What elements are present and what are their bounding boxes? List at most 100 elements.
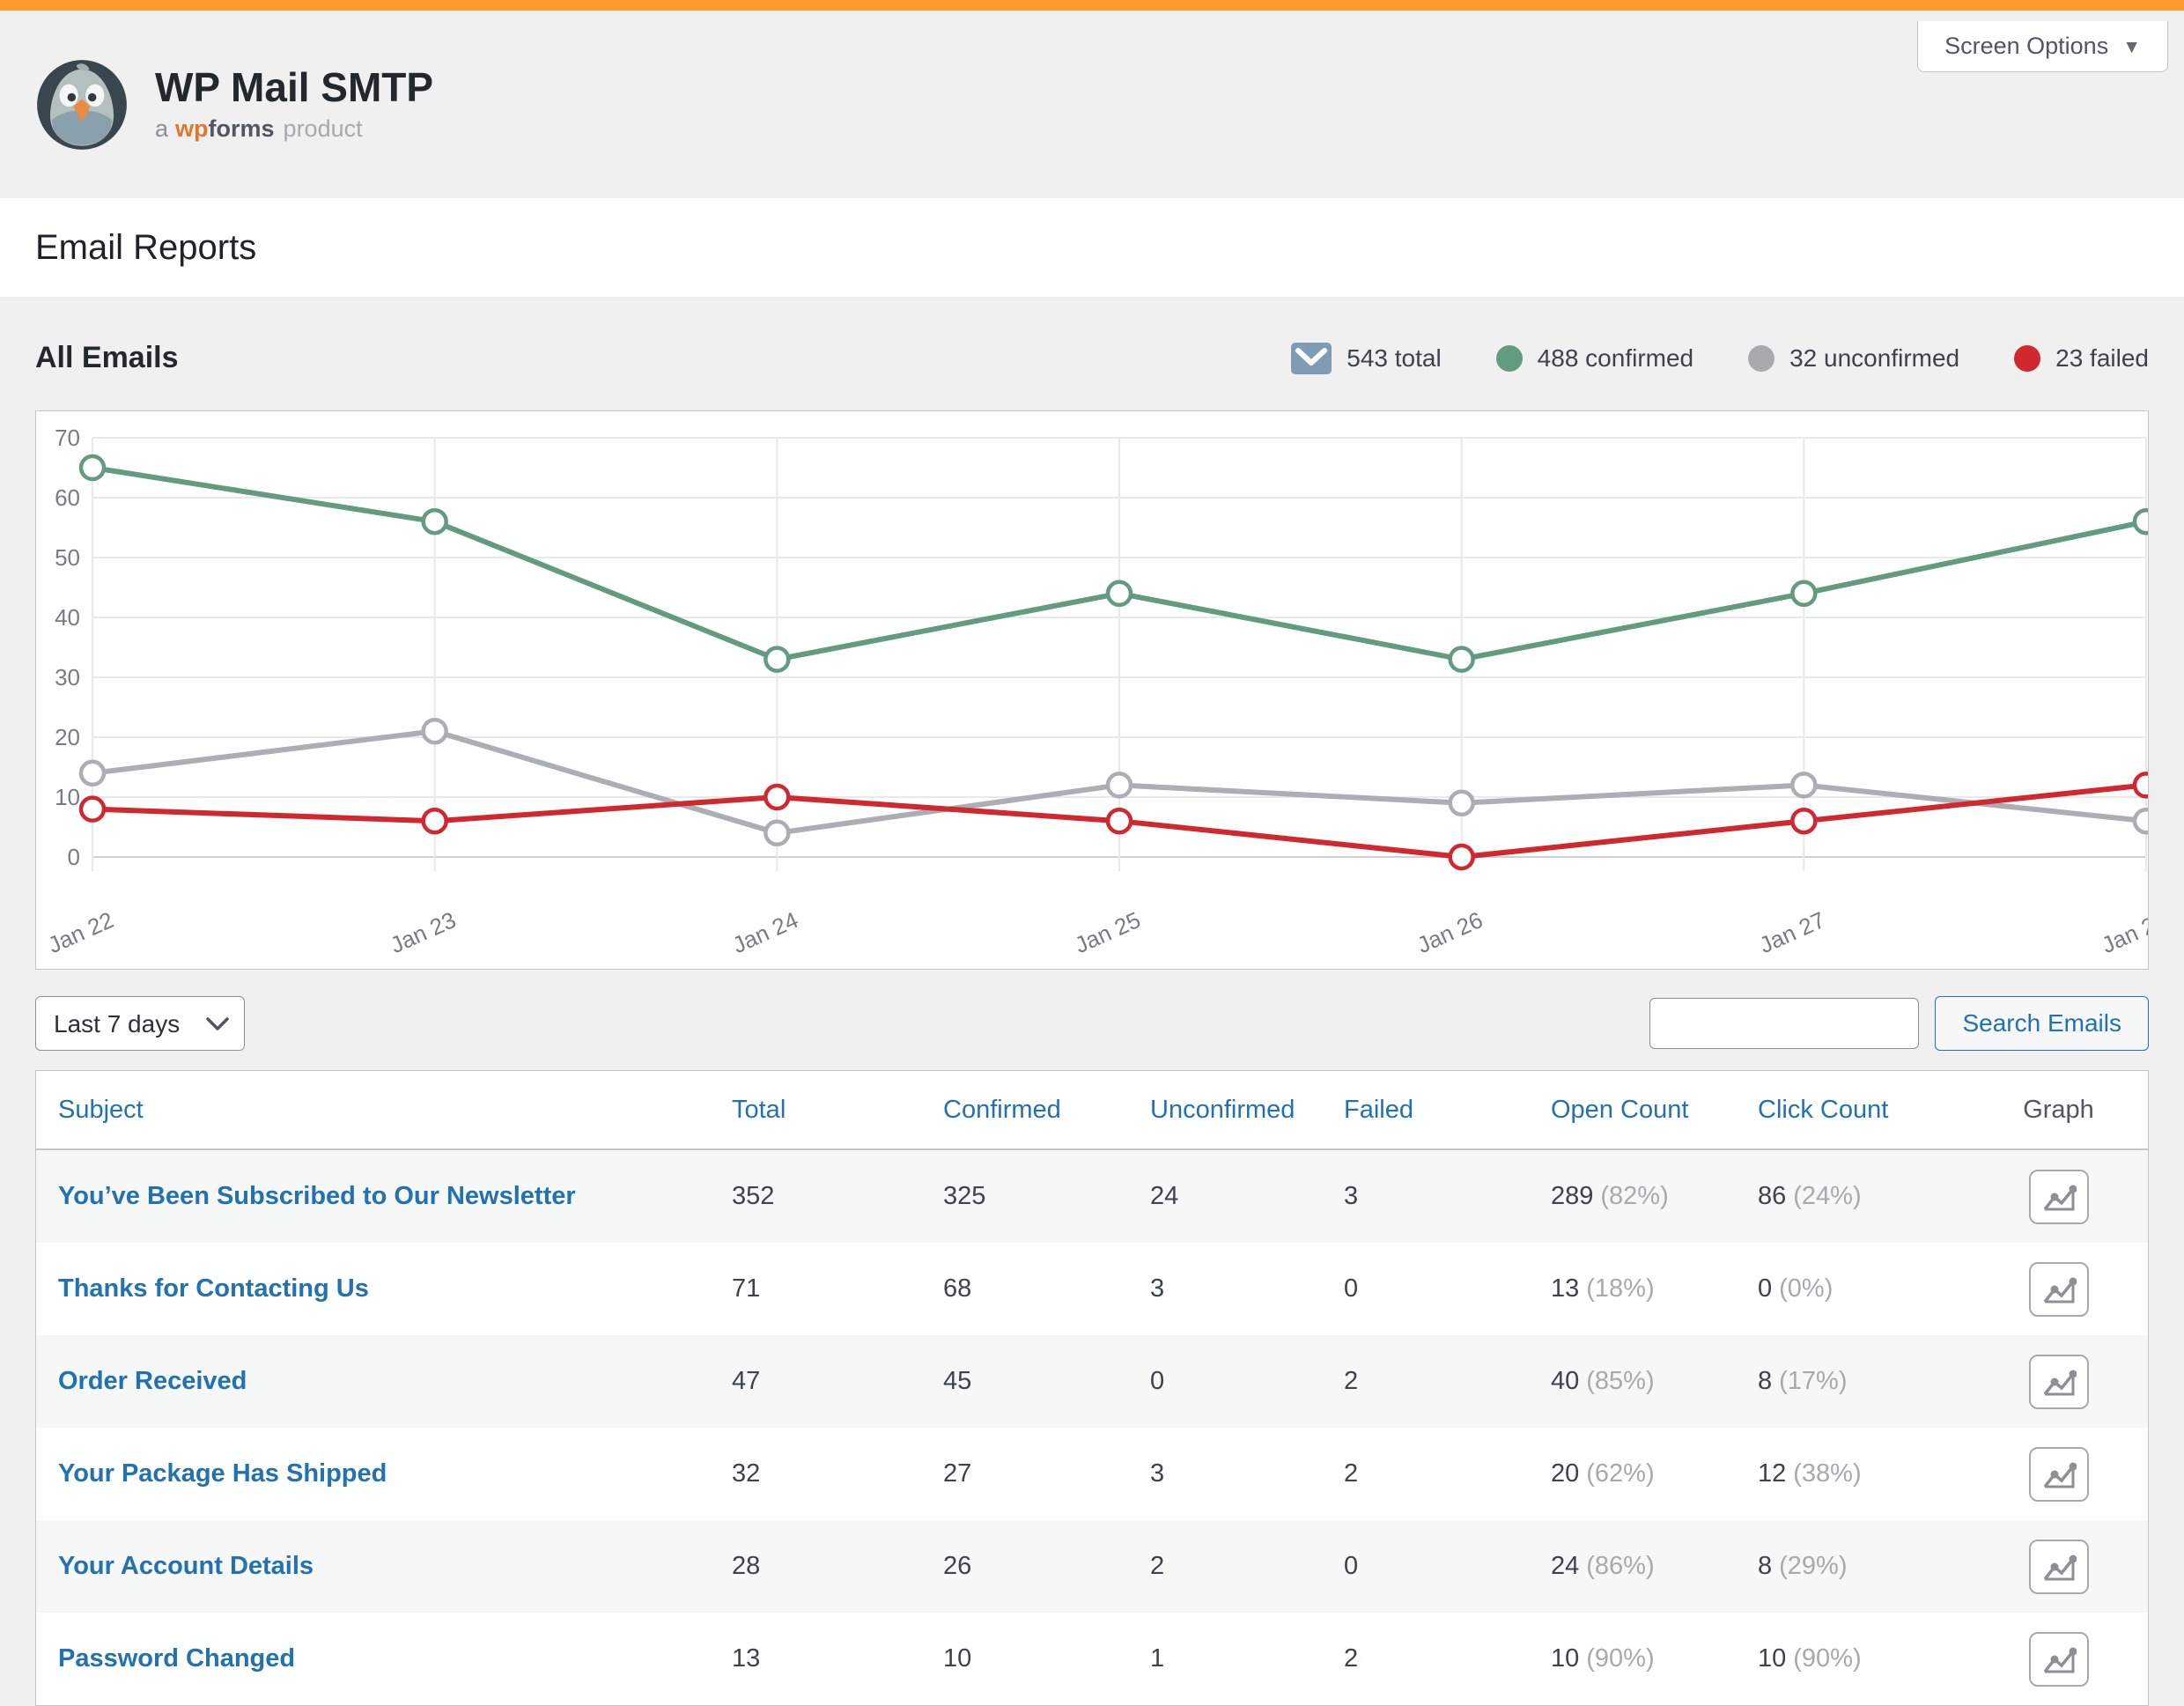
- legend-label: 543 total: [1347, 344, 1441, 373]
- click-count-cell: 8(17%): [1758, 1367, 1969, 1396]
- click-count-cell: 8(29%): [1758, 1552, 1969, 1581]
- open-count-cell: 20(62%): [1551, 1459, 1758, 1488]
- svg-text:50: 50: [55, 544, 80, 571]
- click-percent: (29%): [1779, 1552, 1847, 1580]
- column-header-total[interactable]: Total: [732, 1096, 943, 1125]
- unconfirmed-cell: 2: [1150, 1552, 1344, 1581]
- column-header-failed[interactable]: Failed: [1344, 1096, 1551, 1125]
- click-percent: (0%): [1779, 1274, 1833, 1303]
- column-header-click-count[interactable]: Click Count: [1758, 1096, 1969, 1125]
- legend-label: 488 confirmed: [1538, 344, 1693, 373]
- total-cell: 71: [732, 1274, 943, 1304]
- column-header-unconfirmed[interactable]: Unconfirmed: [1150, 1096, 1344, 1125]
- svg-text:Jan 23: Jan 23: [387, 906, 461, 958]
- search-emails-button[interactable]: Search Emails: [1935, 996, 2149, 1051]
- open-percent: (82%): [1600, 1182, 1668, 1210]
- row-graph-button[interactable]: [2029, 1632, 2089, 1687]
- failed-cell: 2: [1344, 1459, 1551, 1488]
- click-percent: (24%): [1793, 1182, 1861, 1210]
- emails-line-chart: 010203040506070Jan 22Jan 23Jan 24Jan 25J…: [36, 411, 2149, 967]
- failed-cell: 2: [1344, 1644, 1551, 1673]
- legend-label: 32 unconfirmed: [1789, 344, 1959, 373]
- plugin-header: WP Mail SMTP awpforms product Screen Opti…: [0, 11, 2184, 198]
- subtitle-product: product: [284, 115, 363, 142]
- table-row: You’ve Been Subscribed to Our Newsletter…: [36, 1150, 2148, 1243]
- subject-link[interactable]: Your Package Has Shipped: [36, 1459, 732, 1488]
- confirmed-cell: 10: [943, 1644, 1150, 1673]
- unconfirmed-cell: 3: [1150, 1274, 1344, 1304]
- legend-dot-icon: [2014, 345, 2040, 372]
- click-count-cell: 0(0%): [1758, 1274, 1969, 1304]
- date-range-select[interactable]: Last 7 days: [35, 996, 245, 1051]
- legend-item: 543 total: [1291, 343, 1441, 374]
- page-title: Email Reports: [35, 228, 256, 268]
- screen-options-label: Screen Options: [1944, 33, 2108, 60]
- subtitle-forms: forms: [209, 115, 275, 142]
- svg-text:60: 60: [55, 484, 80, 511]
- row-graph-button[interactable]: [2029, 1447, 2089, 1502]
- graph-cell: [1969, 1262, 2148, 1317]
- column-header-open-count[interactable]: Open Count: [1551, 1096, 1758, 1125]
- mini-line-chart-icon: [2041, 1458, 2077, 1491]
- failed-cell: 2: [1344, 1367, 1551, 1396]
- row-graph-button[interactable]: [2029, 1355, 2089, 1409]
- svg-text:Jan 26: Jan 26: [1413, 906, 1487, 958]
- open-percent: (18%): [1586, 1274, 1654, 1303]
- table-header-row: SubjectTotalConfirmedUnconfirmedFailedOp…: [36, 1071, 2148, 1150]
- page-title-band: Email Reports: [0, 198, 2184, 297]
- screen-options-button[interactable]: Screen Options ▼: [1917, 21, 2168, 72]
- mini-line-chart-icon: [2041, 1643, 2077, 1676]
- svg-text:10: 10: [55, 784, 80, 810]
- legend-item: 488 confirmed: [1496, 344, 1693, 373]
- subject-link[interactable]: You’ve Been Subscribed to Our Newsletter: [36, 1182, 732, 1211]
- svg-text:Jan 22: Jan 22: [44, 906, 118, 958]
- open-count-cell: 289(82%): [1551, 1182, 1758, 1211]
- open-percent: (86%): [1586, 1552, 1654, 1580]
- total-cell: 13: [732, 1644, 943, 1673]
- graph-cell: [1969, 1632, 2148, 1687]
- subject-link[interactable]: Order Received: [36, 1367, 732, 1396]
- click-percent: (17%): [1779, 1367, 1847, 1395]
- confirmed-cell: 26: [943, 1552, 1150, 1581]
- open-percent: (85%): [1586, 1367, 1654, 1395]
- graph-cell: [1969, 1447, 2148, 1502]
- failed-cell: 0: [1344, 1552, 1551, 1581]
- row-graph-button[interactable]: [2029, 1262, 2089, 1317]
- row-graph-button[interactable]: [2029, 1540, 2089, 1594]
- subtitle-wp: wp: [175, 115, 209, 142]
- mini-line-chart-icon: [2041, 1273, 2077, 1306]
- svg-text:30: 30: [55, 664, 80, 691]
- subject-link[interactable]: Password Changed: [36, 1644, 732, 1673]
- table-controls: Last 7 days Search Emails: [35, 996, 2149, 1051]
- graph-cell: [1969, 1540, 2148, 1594]
- envelope-icon: [1291, 343, 1332, 374]
- wp-mail-smtp-pigeon-logo: [35, 58, 129, 151]
- column-header-subject[interactable]: Subject: [36, 1096, 732, 1125]
- row-graph-button[interactable]: [2029, 1170, 2089, 1224]
- svg-text:20: 20: [55, 724, 80, 750]
- unconfirmed-cell: 24: [1150, 1182, 1344, 1211]
- unconfirmed-cell: 0: [1150, 1367, 1344, 1396]
- subject-link[interactable]: Your Account Details: [36, 1552, 732, 1581]
- graph-cell: [1969, 1355, 2148, 1409]
- emails-chart-card: 010203040506070Jan 22Jan 23Jan 24Jan 25J…: [35, 410, 2149, 970]
- plugin-title: WP Mail SMTP: [155, 66, 433, 108]
- total-cell: 352: [732, 1182, 943, 1211]
- legend-label: 23 failed: [2055, 344, 2149, 373]
- brand-accent-bar: [0, 0, 2184, 11]
- total-cell: 47: [732, 1367, 943, 1396]
- svg-text:Jan 27: Jan 27: [1755, 906, 1829, 958]
- subject-link[interactable]: Thanks for Contacting Us: [36, 1274, 732, 1304]
- email-reports-table: SubjectTotalConfirmedUnconfirmedFailedOp…: [35, 1070, 2149, 1706]
- column-header-confirmed[interactable]: Confirmed: [943, 1096, 1150, 1125]
- chart-legend: 543 total 488 confirmed 32 unconfirmed 23 f…: [1291, 343, 2149, 374]
- search-emails-input[interactable]: [1649, 998, 1919, 1049]
- open-percent: (90%): [1586, 1644, 1654, 1673]
- unconfirmed-cell: 1: [1150, 1644, 1344, 1673]
- date-range-select-wrap: Last 7 days: [35, 996, 245, 1051]
- table-row: Thanks for Contacting Us71683013(18%)0(0…: [36, 1243, 2148, 1335]
- table-row: Order Received47450240(85%)8(17%): [36, 1335, 2148, 1428]
- svg-text:0: 0: [68, 844, 80, 870]
- subtitle-a: a: [155, 115, 168, 142]
- legend-dot-icon: [1748, 345, 1774, 372]
